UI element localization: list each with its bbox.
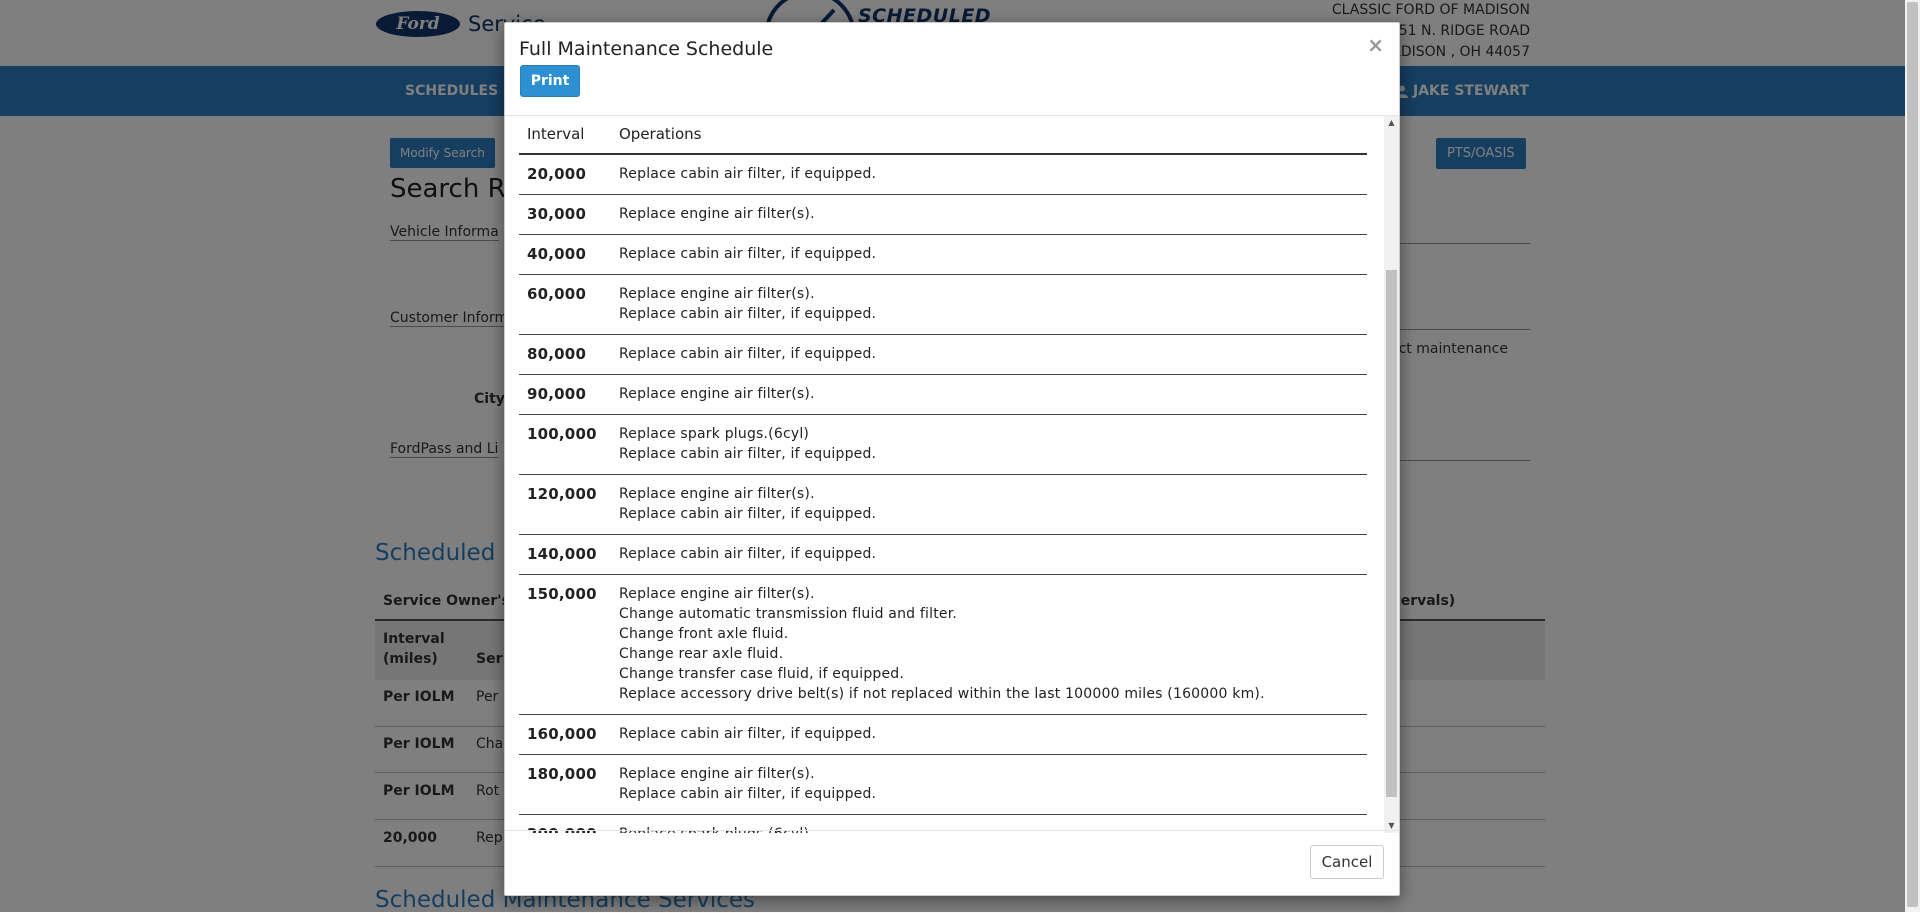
operation-item: Replace engine air filter(s). (619, 386, 815, 402)
cancel-button[interactable]: Cancel (1310, 845, 1384, 879)
operation-item: Replace cabin air filter, if equipped. (619, 506, 877, 522)
column-header-interval: Interval (519, 116, 611, 155)
schedule-operations: Replace engine air filter(s). Replace cab… (611, 474, 1367, 535)
operation-item: Replace engine air filter(s). (619, 766, 815, 782)
page-scrollbar[interactable] (1905, 0, 1920, 912)
operation-item: Replace cabin air filter, if equipped. (619, 786, 877, 802)
operation-item: Replace cabin air filter, if equipped. (619, 726, 877, 742)
modal-footer: Cancel (505, 830, 1399, 895)
maintenance-schedule-modal: Full Maintenance Schedule × Print Interv… (504, 22, 1400, 896)
scroll-up-arrow-icon[interactable]: ▲ (1384, 116, 1399, 130)
column-header-operations: Operations (611, 116, 1367, 155)
modal-header: Full Maintenance Schedule × Print (505, 23, 1399, 116)
operation-item: Change front axle fluid. (619, 626, 789, 642)
operation-item: Replace cabin air filter, if equipped. (619, 166, 877, 182)
schedule-row: 20,000 Replace cabin air filter, if equip… (519, 154, 1367, 195)
schedule-row: 80,000 Replace cabin air filter, if equip… (519, 334, 1367, 375)
schedule-table-body: 20,000 Replace cabin air filter, if equip… (519, 154, 1367, 833)
print-button[interactable]: Print (520, 65, 580, 97)
schedule-interval: 150,000 (519, 574, 611, 715)
schedule-row: 100,000 Replace spark plugs.(6cyl) Replace… (519, 414, 1367, 475)
schedule-interval: 120,000 (519, 474, 611, 535)
schedule-interval: 60,000 (519, 274, 611, 335)
operation-item: Replace spark plugs.(6cyl) (619, 426, 810, 442)
operation-item: Replace cabin air filter, if equipped. (619, 346, 877, 362)
operation-item: Replace cabin air filter, if equipped. (619, 306, 877, 322)
schedule-operations: Replace engine air filter(s). Change auto… (611, 574, 1367, 715)
schedule-operations: Replace cabin air filter, if equipped. (611, 714, 1367, 755)
schedule-row: 30,000 Replace engine air filter(s). (519, 194, 1367, 235)
operation-item: Replace cabin air filter, if equipped. (619, 246, 877, 262)
schedule-row: 60,000 Replace engine air filter(s). Repla… (519, 274, 1367, 335)
operation-item: Replace accessory drive belt(s) if not r… (619, 686, 1265, 702)
schedule-interval: 40,000 (519, 234, 611, 275)
schedule-row: 180,000 Replace engine air filter(s). Repl… (519, 754, 1367, 815)
schedule-operations: Replace engine air filter(s). Replace cab… (611, 274, 1367, 335)
schedule-table: Interval Operations 20,000 Replace cabin … (519, 116, 1367, 833)
schedule-row: 40,000 Replace cabin air filter, if equip… (519, 234, 1367, 275)
modal-scrollbar[interactable]: ▲ ▼ (1384, 116, 1399, 833)
schedule-row: 140,000 Replace cabin air filter, if equi… (519, 534, 1367, 575)
schedule-interval: 160,000 (519, 714, 611, 755)
operation-item: Replace engine air filter(s). (619, 586, 815, 602)
operation-item: Change transfer case fluid, if equipped. (619, 666, 905, 682)
schedule-interval: 140,000 (519, 534, 611, 575)
schedule-operations: Replace cabin air filter, if equipped. (611, 234, 1367, 275)
modal-scrollbar-thumb[interactable] (1386, 270, 1397, 797)
modal-title: Full Maintenance Schedule (519, 38, 774, 60)
schedule-table-header: Interval Operations (519, 116, 1367, 155)
operation-item: Replace cabin air filter, if equipped. (619, 446, 877, 462)
schedule-operations: Replace cabin air filter, if equipped. (611, 154, 1367, 195)
schedule-interval: 100,000 (519, 414, 611, 475)
schedule-operations: Replace spark plugs.(6cyl) Replace cabin … (611, 414, 1367, 475)
operation-item: Change rear axle fluid. (619, 646, 784, 662)
schedule-interval: 90,000 (519, 374, 611, 415)
schedule-operations: Replace cabin air filter, if equipped. (611, 334, 1367, 375)
schedule-row: 150,000 Replace engine air filter(s). Chan… (519, 574, 1367, 715)
operation-item: Replace engine air filter(s). (619, 286, 815, 302)
schedule-operations: Replace engine air filter(s). (611, 194, 1367, 235)
schedule-operations: Replace engine air filter(s). Replace cab… (611, 754, 1367, 815)
operation-item: Replace cabin air filter, if equipped. (619, 546, 877, 562)
schedule-interval: 20,000 (519, 154, 611, 195)
schedule-operations: Replace cabin air filter, if equipped. (611, 534, 1367, 575)
schedule-interval: 80,000 (519, 334, 611, 375)
schedule-row: 120,000 Replace engine air filter(s). Repl… (519, 474, 1367, 535)
operation-item: Replace engine air filter(s). (619, 486, 815, 502)
modal-body: Interval Operations 20,000 Replace cabin … (505, 116, 1385, 833)
schedule-interval: 30,000 (519, 194, 611, 235)
schedule-interval: 180,000 (519, 754, 611, 815)
schedule-row: 90,000 Replace engine air filter(s). (519, 374, 1367, 415)
operation-item: Replace engine air filter(s). (619, 206, 815, 222)
schedule-row: 160,000 Replace cabin air filter, if equi… (519, 714, 1367, 755)
operation-item: Change automatic transmission fluid and … (619, 606, 958, 622)
close-icon[interactable]: × (1367, 33, 1384, 57)
page-scrollbar-thumb[interactable] (1907, 2, 1918, 907)
schedule-operations: Replace engine air filter(s). (611, 374, 1367, 415)
